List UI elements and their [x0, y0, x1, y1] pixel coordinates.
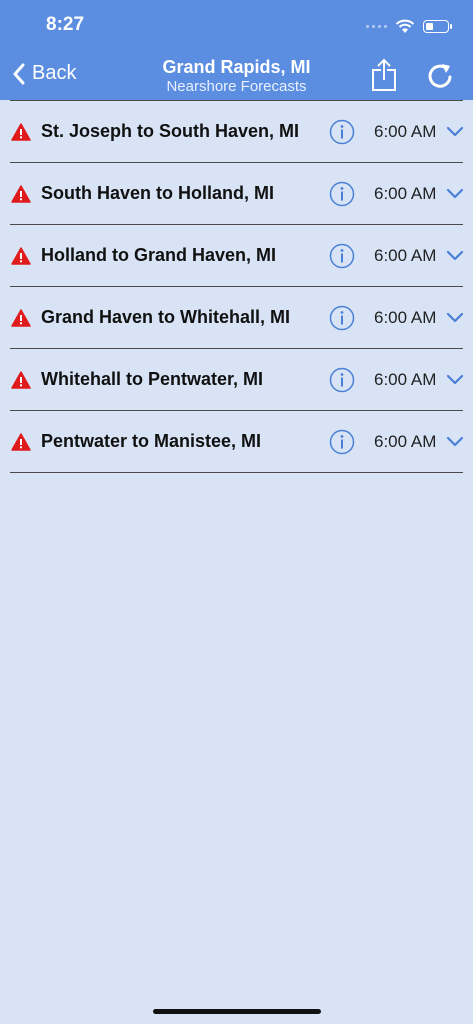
forecast-zone-label: Grand Haven to Whitehall, MI [41, 307, 291, 327]
warning-icon [11, 247, 31, 265]
warning-icon [11, 371, 31, 389]
warning-icon [11, 185, 31, 203]
share-button[interactable] [368, 58, 400, 92]
chevron-down-icon[interactable] [446, 312, 464, 324]
chevron-down-icon[interactable] [446, 250, 464, 262]
warning-icon [11, 123, 31, 141]
back-label: Back [32, 62, 77, 84]
forecast-row[interactable]: Whitehall to Pentwater, MI 6:00 AM [10, 349, 464, 411]
forecast-row[interactable]: South Haven to Holland, MI 6:00 AM [10, 163, 464, 225]
forecast-time: 6:00 AM [374, 122, 437, 141]
warning-icon [11, 433, 31, 451]
battery-icon [423, 19, 452, 33]
info-icon[interactable] [329, 367, 355, 393]
forecast-row[interactable]: Grand Haven to Whitehall, MI 6:00 AM [10, 287, 464, 349]
forecast-zone-label: South Haven to Holland, MI [41, 183, 274, 203]
forecast-time: 6:00 AM [374, 246, 437, 265]
info-icon[interactable] [329, 181, 355, 207]
chevron-down-icon[interactable] [446, 374, 464, 386]
forecast-row[interactable]: Pentwater to Manistee, MI 6:00 AM [10, 411, 464, 473]
chevron-down-icon[interactable] [446, 436, 464, 448]
forecast-zone-label: St. Joseph to South Haven, MI [41, 121, 300, 141]
forecast-time: 6:00 AM [374, 308, 437, 327]
back-button[interactable]: Back [12, 62, 76, 85]
cellular-signal-icon [366, 24, 387, 28]
wifi-icon [395, 19, 415, 33]
info-icon[interactable] [329, 243, 355, 269]
info-icon[interactable] [329, 305, 355, 331]
forecast-list: St. Joseph to South Haven, MI 6:00 AM So… [0, 100, 473, 473]
chevron-left-icon [13, 63, 25, 84]
forecast-row[interactable]: St. Joseph to South Haven, MI 6:00 AM [10, 100, 464, 163]
chevron-down-icon[interactable] [446, 126, 464, 138]
forecast-zone-label: Whitehall to Pentwater, MI [41, 369, 264, 389]
refresh-button[interactable] [424, 60, 456, 92]
forecast-zone-label: Pentwater to Manistee, MI [41, 431, 262, 451]
chevron-down-icon[interactable] [446, 188, 464, 200]
status-time: 8:27 [46, 14, 85, 35]
info-icon[interactable] [329, 429, 355, 455]
forecast-time: 6:00 AM [374, 184, 437, 203]
forecast-time: 6:00 AM [374, 370, 437, 389]
status-indicators [366, 14, 452, 38]
forecast-zone-label: Holland to Grand Haven, MI [41, 245, 277, 265]
forecast-time: 6:00 AM [374, 432, 437, 451]
nav-bar: 8:27 Back Grand Rapids, MI Nearshore For… [0, 0, 473, 100]
warning-icon [11, 309, 31, 327]
forecast-row[interactable]: Holland to Grand Haven, MI 6:00 AM [10, 225, 464, 287]
home-indicator[interactable] [153, 1009, 321, 1014]
info-icon[interactable] [329, 119, 355, 145]
